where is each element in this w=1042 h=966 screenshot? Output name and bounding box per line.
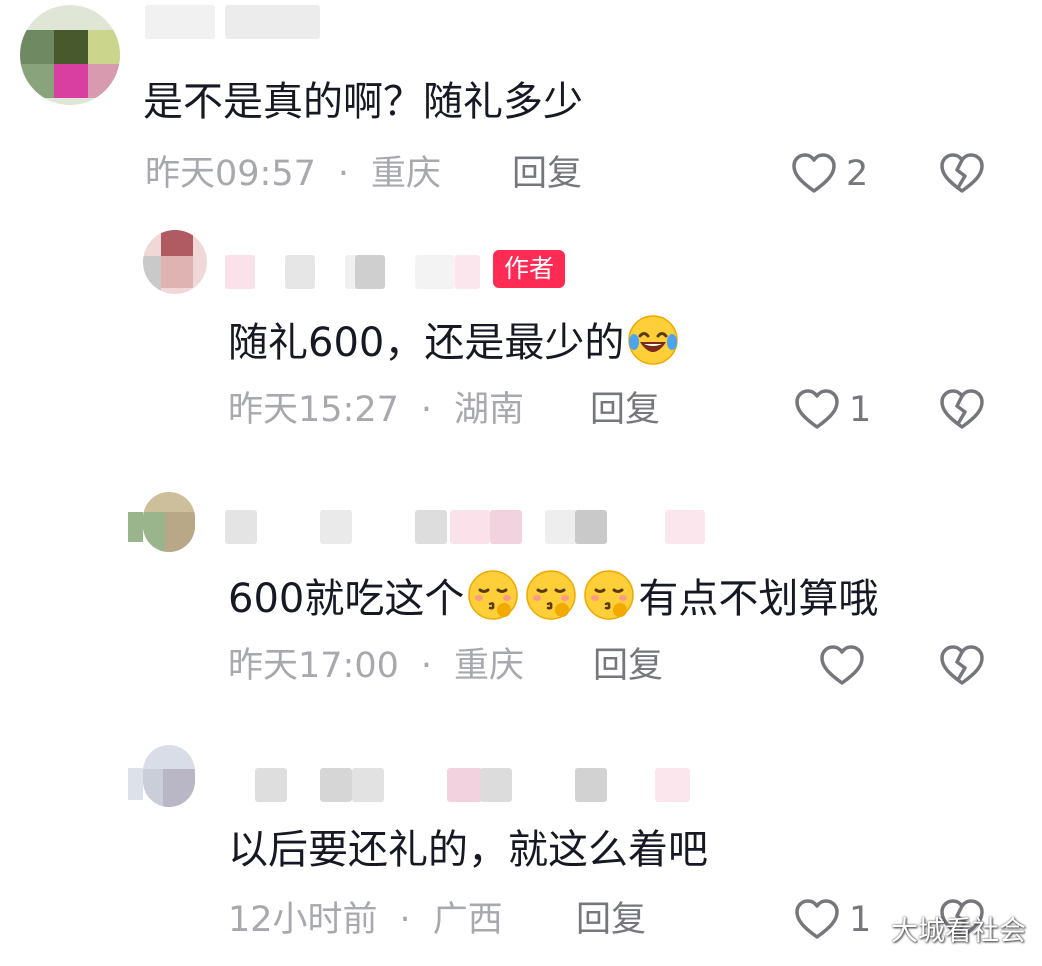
comment-text-body: 随礼600，还是最少的 [228,320,625,366]
comment-time: 昨天17:00 [228,646,399,686]
comment-location: 广西 [432,900,503,940]
comment-text: 随礼600，还是最少的 [228,312,682,371]
heart-outline-icon [818,642,866,690]
meta-separator: · [420,646,433,686]
kissing-emoji [526,570,577,620]
like-button[interactable]: 1 [793,896,893,944]
like-count: 1 [849,900,872,940]
comment-text: 是不是真的啊？随礼多少 [143,79,583,125]
kissing-emoji [468,570,519,620]
comment-location: 重庆 [371,154,442,194]
meta-separator: · [399,900,411,940]
watermark: 大城看社会 [891,916,1026,947]
username-blurred[interactable] [145,5,325,39]
like-count: 2 [846,154,869,194]
comment-text-part1: 600就吃这个 [228,576,465,622]
comment-text-part2: 有点不划算哦 [638,576,879,622]
like-button[interactable]: 2 [790,150,890,198]
broken-heart-icon[interactable] [938,642,986,690]
comment-1: 是不是真的啊？随礼多少 昨天09:57 · 重庆 回复 2 [0,0,1042,210]
comment-time: 12小时前 [228,900,378,940]
comment-meta: 昨天17:00 · 重庆 [228,642,524,690]
like-button[interactable] [818,642,878,690]
avatar[interactable] [143,745,195,807]
comment-2: 作者 随礼600，还是最少的 昨天15:27 · 湖南 回复 1 [0,220,1042,450]
comment-3: 600就吃这个 有点不划算哦 昨天17:00 · 重庆 回复 [0,480,1042,710]
reply-button[interactable]: 回复 [512,150,582,198]
meta-separator: · [420,390,433,430]
laughing-tears-emoji [628,315,679,365]
broken-heart-icon[interactable] [938,386,986,434]
like-count: 1 [849,390,872,430]
kissing-emoji [584,570,635,620]
comment-text: 600就吃这个 有点不划算哦 [228,568,878,627]
broken-heart-icon[interactable] [938,150,986,198]
reply-button[interactable]: 回复 [576,896,646,944]
meta-separator: · [337,154,350,194]
reply-button[interactable]: 回复 [590,386,660,434]
avatar[interactable] [20,5,120,105]
avatar-mosaic-edge [128,512,143,542]
reply-button[interactable]: 回复 [593,642,663,690]
comment-meta: 昨天15:27 · 湖南 [228,386,524,434]
heart-outline-icon [793,896,841,944]
comment-meta: 12小时前 · 广西 [228,896,503,944]
comment-location: 重庆 [454,646,525,686]
heart-outline-icon [790,150,838,198]
username-blurred[interactable] [225,255,480,289]
comment-time: 昨天09:57 [145,154,316,194]
username-blurred[interactable] [225,510,705,544]
avatar-mosaic-edge [128,768,143,800]
comment-time: 昨天15:27 [228,390,399,430]
like-button[interactable]: 1 [793,386,893,434]
avatar[interactable] [143,492,195,552]
comment-4: 以后要还礼的，就这么着吧 12小时前 · 广西 回复 1 [0,740,1042,966]
comment-meta: 昨天09:57 · 重庆 [145,150,441,198]
avatar[interactable] [143,230,207,294]
author-badge: 作者 [493,250,566,288]
comment-location: 湖南 [454,390,525,430]
username-blurred[interactable] [225,768,690,802]
heart-outline-icon [793,386,841,434]
comment-text: 以后要还礼的，就这么着吧 [228,827,708,873]
